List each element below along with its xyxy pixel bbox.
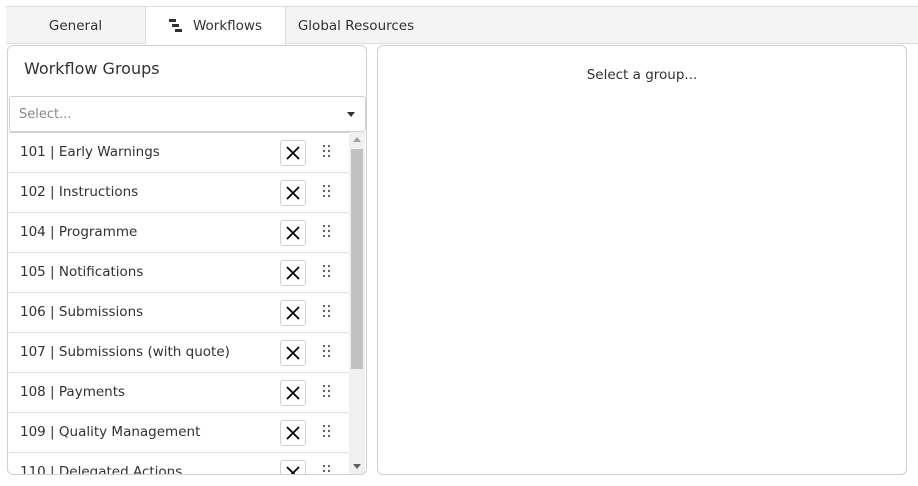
list-scrollbar[interactable] [349, 132, 365, 474]
list-item-label: 110 | Delegated Actions [20, 464, 183, 475]
scroll-up-arrow-icon[interactable] [353, 137, 361, 142]
list-item[interactable]: 109 | Quality Management [9, 413, 349, 453]
drag-handle-icon[interactable] [323, 265, 333, 281]
delete-button[interactable] [280, 220, 306, 246]
drag-handle-icon[interactable] [323, 225, 333, 241]
group-select[interactable]: Select... [9, 96, 366, 132]
list-item-label: 105 | Notifications [20, 264, 144, 280]
list-item[interactable]: 102 | Instructions [9, 173, 349, 213]
drag-handle-icon[interactable] [323, 425, 333, 441]
workflow-groups-panel: Workflow Groups Select... 101 | Early Wa… [7, 45, 367, 475]
group-select-placeholder: Select... [19, 106, 72, 122]
tab-workflows[interactable]: Workflows [146, 7, 286, 45]
delete-button[interactable] [280, 340, 306, 366]
close-icon [286, 386, 300, 400]
list-item[interactable]: 105 | Notifications [9, 253, 349, 293]
close-icon [286, 226, 300, 240]
list-item[interactable]: 107 | Submissions (with quote) [9, 333, 349, 373]
tab-general[interactable]: General [6, 7, 146, 44]
drag-handle-icon[interactable] [323, 345, 333, 361]
drag-handle-icon[interactable] [323, 185, 333, 201]
list-item[interactable]: 110 | Delegated Actions [9, 453, 349, 475]
list-item-label: 104 | Programme [20, 224, 138, 240]
close-icon [286, 306, 300, 320]
drag-handle-icon[interactable] [323, 385, 333, 401]
list-item[interactable]: 101 | Early Warnings [9, 133, 349, 173]
tab-global-resources[interactable]: Global Resources [286, 7, 426, 44]
delete-button[interactable] [280, 420, 306, 446]
delete-button[interactable] [280, 260, 306, 286]
close-icon [286, 146, 300, 160]
list-item[interactable]: 108 | Payments [9, 373, 349, 413]
close-icon [286, 466, 300, 474]
list-item-label: 107 | Submissions (with quote) [20, 344, 230, 360]
tab-workflows-label: Workflows [192, 18, 263, 34]
list-item-label: 101 | Early Warnings [20, 144, 160, 160]
list-item-label: 102 | Instructions [20, 184, 139, 200]
chevron-down-icon [347, 112, 355, 117]
list-item[interactable]: 106 | Submissions [9, 293, 349, 333]
delete-button[interactable] [280, 300, 306, 326]
close-icon [286, 426, 300, 440]
drag-handle-icon[interactable] [323, 145, 333, 161]
drag-handle-icon[interactable] [323, 305, 333, 321]
close-icon [286, 186, 300, 200]
workflow-group-list: 101 | Early Warnings 102 | Instructions … [9, 132, 349, 475]
delete-button[interactable] [280, 140, 306, 166]
delete-button[interactable] [280, 180, 306, 206]
list-item-label: 108 | Payments [20, 384, 126, 400]
close-icon [286, 266, 300, 280]
delete-button[interactable] [280, 380, 306, 406]
list-item-label: 106 | Submissions [20, 304, 144, 320]
tab-bar: General Workflows Global Resources [6, 6, 918, 45]
tab-general-label: General [48, 17, 103, 34]
list-item-label: 109 | Quality Management [20, 424, 201, 440]
scrollbar-thumb[interactable] [351, 149, 363, 369]
scroll-down-arrow-icon[interactable] [353, 464, 361, 469]
group-detail-panel: Select a group... [377, 45, 907, 475]
list-item[interactable]: 104 | Programme [9, 213, 349, 253]
drag-handle-icon[interactable] [323, 465, 333, 474]
empty-state-message: Select a group... [586, 67, 698, 83]
panel-title: Workflow Groups [24, 59, 160, 78]
delete-button[interactable] [280, 460, 306, 474]
workflow-icon [168, 19, 183, 33]
tab-global-resources-label: Global Resources [297, 17, 415, 34]
close-icon [286, 346, 300, 360]
